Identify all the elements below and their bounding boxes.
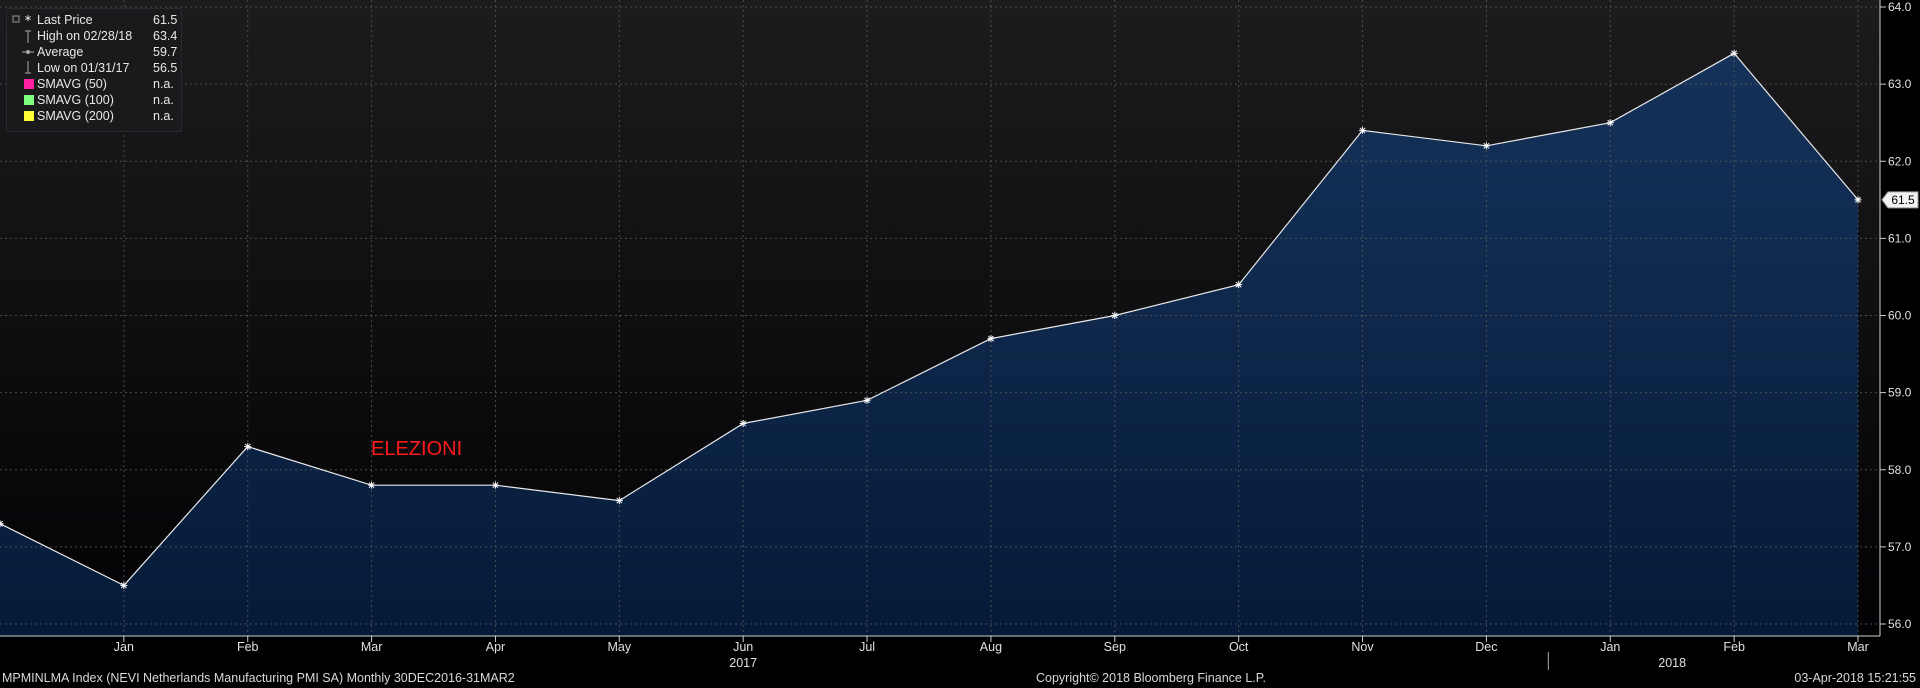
x-tick-label: Jan — [114, 640, 134, 654]
x-tick-label: Jan — [1600, 640, 1620, 654]
data-point — [1235, 281, 1243, 289]
legend-item-low[interactable]: Low on 01/31/17 56.5 — [11, 60, 177, 76]
data-point — [120, 581, 128, 589]
average-marker-icon — [11, 44, 34, 60]
data-point — [1730, 49, 1738, 57]
x-tick-label: Sep — [1104, 640, 1126, 654]
x-tick-label: Dec — [1475, 640, 1497, 654]
y-tick-label: 59.0 — [1888, 386, 1912, 400]
footer-ticker: MPMINLMA Index (NEVI Netherlands Manufac… — [2, 671, 515, 685]
x-tick-label: Feb — [1723, 640, 1745, 654]
chart-legend: * Last Price 61.5 High on 02/28/18 63.4 … — [6, 8, 182, 132]
y-tick-label: 58.0 — [1888, 463, 1912, 477]
data-point — [1854, 196, 1862, 204]
x-tick-label: Mar — [361, 640, 383, 654]
legend-item-last-price[interactable]: * Last Price 61.5 — [11, 12, 177, 29]
data-point — [615, 497, 623, 505]
pmi-chart: 56.0 57.0 58.0 59.0 60.0 61.0 62.0 63.0 64.0 Jan F… — [0, 0, 1919, 670]
svg-text:*: * — [25, 14, 32, 28]
x-tick-label: Jun — [733, 640, 753, 654]
y-tick-label: 63.0 — [1888, 77, 1912, 91]
x-tick-label: Apr — [486, 640, 505, 654]
year-label: 2018 — [1658, 656, 1686, 670]
x-tick-label: Oct — [1229, 640, 1249, 654]
legend-item-high[interactable]: High on 02/28/18 63.4 — [11, 28, 177, 44]
smavg-200-swatch-icon — [11, 108, 34, 124]
last-value-label: 61.5 — [1891, 193, 1915, 207]
data-point — [1111, 312, 1119, 319]
x-tick-label: Mar — [1847, 640, 1869, 654]
asterisk-icon: * — [11, 12, 32, 29]
x-tick-label: May — [608, 640, 632, 654]
x-tick-label: Feb — [237, 640, 259, 654]
x-tick-label: Jul — [859, 640, 875, 654]
y-tick-label: 60.0 — [1888, 309, 1912, 323]
x-tick-label: Aug — [980, 640, 1002, 654]
y-tick-label: 61.0 — [1888, 231, 1912, 245]
data-point — [368, 481, 376, 489]
data-point — [1359, 126, 1367, 134]
smavg-50-swatch-icon — [11, 76, 34, 92]
y-tick-label: 57.0 — [1888, 540, 1912, 554]
annotation-label: ELEZIONI — [371, 438, 462, 460]
high-marker-icon — [11, 28, 31, 44]
footer-timestamp: 03-Apr-2018 15:21:55 — [1794, 671, 1916, 685]
y-tick-label: 56.0 — [1888, 617, 1912, 631]
data-point — [1482, 142, 1490, 150]
legend-item-smavg-100[interactable]: SMAVG (100) n.a. — [11, 92, 177, 108]
data-point — [739, 419, 747, 427]
x-tick-label: Nov — [1351, 640, 1374, 654]
legend-item-average[interactable]: Average 59.7 — [11, 44, 177, 60]
footer-copyright: Copyright© 2018 Bloomberg Finance L.P. — [1036, 671, 1266, 685]
y-tick-label: 64.0 — [1888, 0, 1912, 14]
legend-item-smavg-200[interactable]: SMAVG (200) n.a. — [11, 108, 177, 124]
legend-item-smavg-50[interactable]: SMAVG (50) n.a. — [11, 76, 177, 92]
smavg-100-swatch-icon — [11, 92, 34, 108]
data-point — [244, 443, 252, 451]
data-point — [863, 396, 871, 404]
year-label: 2017 — [729, 656, 757, 670]
data-point — [1606, 119, 1614, 127]
data-point — [987, 335, 995, 343]
y-tick-label: 62.0 — [1888, 154, 1912, 168]
low-marker-icon — [11, 60, 31, 76]
data-point — [491, 481, 499, 489]
